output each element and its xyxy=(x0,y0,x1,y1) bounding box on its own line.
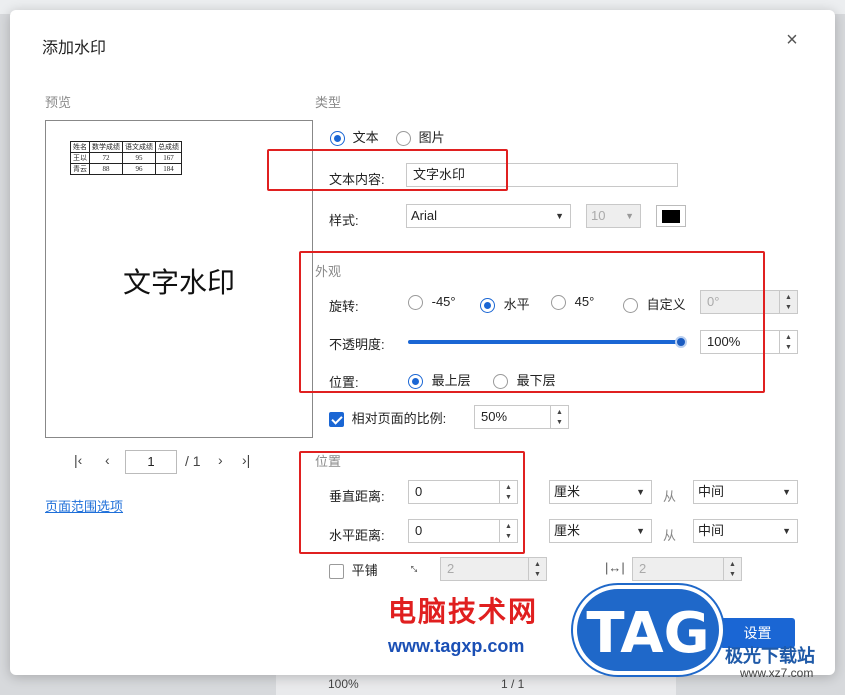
checkbox-icon xyxy=(329,412,344,428)
chevron-down-icon: ▼ xyxy=(782,487,791,497)
table-cell: 167 xyxy=(155,152,182,164)
type-label: 类型 xyxy=(315,95,342,110)
annotation-box-text-content xyxy=(267,149,508,191)
preview-watermark-text: 文字水印 xyxy=(122,266,235,299)
type-text-option[interactable]: 文本 xyxy=(330,127,379,147)
tile-checkbox[interactable]: 平铺 xyxy=(329,560,378,580)
table-cell: 青云 xyxy=(70,163,90,175)
preview-label: 预览 xyxy=(45,95,72,110)
horizontal-anchor-value: 中间 xyxy=(698,523,725,538)
chevron-down-icon: ▼ xyxy=(636,487,645,497)
chevron-down-icon: ▼ xyxy=(782,526,791,536)
table-cell: 总成绩 xyxy=(155,141,182,153)
last-page-icon[interactable]: ›| xyxy=(242,452,250,468)
vertical-unit-value: 厘米 xyxy=(554,484,581,499)
prev-page-icon[interactable]: ‹ xyxy=(105,452,110,468)
page-indicator: 1 / 1 xyxy=(501,677,525,691)
radio-icon xyxy=(330,131,345,147)
font-size-value: 10 xyxy=(591,208,606,223)
tile-vertical-spacing-value: 2 xyxy=(447,561,455,576)
spinner-icon[interactable]: ▲ ▼ xyxy=(723,558,741,580)
tile-vertical-spacing-input[interactable]: 2 ▲ ▼ xyxy=(440,557,547,581)
type-image-option[interactable]: 图片 xyxy=(396,127,445,147)
horizontal-anchor-select[interactable]: 中间 ▼ xyxy=(693,519,798,543)
table-cell: 72 xyxy=(89,152,123,164)
font-select-value: Arial xyxy=(411,208,438,223)
vertical-spacing-icon: ↔ xyxy=(405,556,427,578)
page-total: / 1 xyxy=(185,453,201,469)
table-cell: 姓名 xyxy=(70,141,90,153)
font-select[interactable]: Arial ▼ xyxy=(406,204,571,228)
site-brand-text: 电脑技术网 xyxy=(388,595,539,628)
table-cell: 184 xyxy=(155,163,182,175)
table-cell: 95 xyxy=(122,152,156,164)
table-cell: 88 xyxy=(89,163,123,175)
tile-horizontal-spacing-input[interactable]: 2 ▲ ▼ xyxy=(632,557,742,581)
scale-label: 相对页面的比例: xyxy=(351,411,447,426)
scale-checkbox[interactable]: 相对页面的比例: xyxy=(329,408,447,428)
add-watermark-dialog: 添加水印 × 预览 姓名 数学成绩 语文成绩 总成绩 王以 72 95 167 … xyxy=(10,10,835,675)
font-size-select[interactable]: 10 ▼ xyxy=(586,204,641,228)
table-cell: 96 xyxy=(122,163,156,175)
zoom-level: 100% xyxy=(328,677,359,691)
vertical-anchor-select[interactable]: 中间 ▼ xyxy=(693,480,798,504)
annotation-box-position xyxy=(299,451,525,554)
color-picker[interactable] xyxy=(656,205,686,227)
page-range-link[interactable]: 页面范围选项 xyxy=(45,496,123,515)
first-page-icon[interactable]: |‹ xyxy=(74,452,82,468)
horizontal-unit-select[interactable]: 厘米 ▼ xyxy=(549,519,652,543)
vertical-from-label: 从 xyxy=(663,489,677,504)
xz-url-text: www.xz7.com xyxy=(740,666,814,680)
scale-value: 50% xyxy=(481,409,508,424)
color-swatch-fill xyxy=(662,210,680,223)
scale-input[interactable]: 50% ▲ ▼ xyxy=(474,405,569,429)
chevron-down-icon: ▼ xyxy=(555,211,564,221)
spinner-icon[interactable]: ▲ ▼ xyxy=(528,558,546,580)
close-icon[interactable]: × xyxy=(782,30,802,50)
annotation-box-appearance xyxy=(299,251,765,393)
option-label: 文本 xyxy=(352,130,379,145)
tile-label: 平铺 xyxy=(351,563,378,578)
horizontal-from-label: 从 xyxy=(663,528,677,543)
next-page-icon[interactable]: › xyxy=(218,452,223,468)
horizontal-spacing-icon: |↔| xyxy=(605,560,625,575)
chevron-down-icon: ▼ xyxy=(625,211,634,221)
horizontal-unit-value: 厘米 xyxy=(554,523,581,538)
table-cell: 数学成绩 xyxy=(89,141,123,153)
table-cell: 王以 xyxy=(70,152,90,164)
spinner-icon[interactable]: ▲ ▼ xyxy=(550,406,568,428)
spinner-icon[interactable]: ▲ ▼ xyxy=(779,331,797,353)
option-label: 图片 xyxy=(418,130,445,145)
dialog-title: 添加水印 xyxy=(42,40,107,57)
vertical-anchor-value: 中间 xyxy=(698,484,725,499)
page-input[interactable]: 1 xyxy=(125,450,177,474)
radio-icon xyxy=(396,131,411,147)
tag-logo: TAG xyxy=(573,585,723,675)
vertical-unit-select[interactable]: 厘米 ▼ xyxy=(549,480,652,504)
xz-brand-text: 极光下载站 xyxy=(725,646,815,666)
style-label: 样式: xyxy=(329,213,359,228)
site-url-text: www.tagxp.com xyxy=(388,636,525,656)
checkbox-icon xyxy=(329,564,344,580)
table-cell: 语文成绩 xyxy=(122,141,156,153)
tile-horizontal-spacing-value: 2 xyxy=(639,561,647,576)
spinner-icon[interactable]: ▲ ▼ xyxy=(779,291,797,313)
preview-table: 姓名 数学成绩 语文成绩 总成绩 王以 72 95 167 青云 88 96 1… xyxy=(70,141,182,175)
chevron-down-icon: ▼ xyxy=(636,526,645,536)
